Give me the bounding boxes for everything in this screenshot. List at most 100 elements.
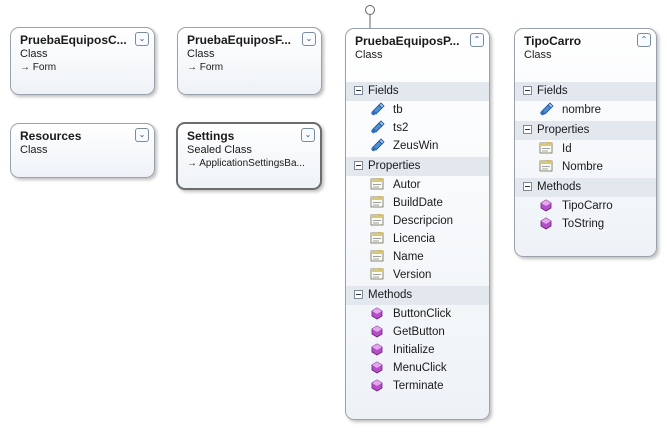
property-member[interactable]: Version [346, 266, 489, 284]
expand-chevron-icon[interactable]: ⌄ [302, 32, 316, 46]
methods-compartment[interactable]: Methods [346, 286, 489, 305]
property-name: Autor [393, 179, 421, 191]
interface-lollipop [365, 5, 375, 30]
method-name: GetButton [393, 326, 445, 338]
method-icon [539, 198, 554, 212]
method-member[interactable]: ToString [515, 215, 656, 233]
class-name: PruebaEquiposC... [20, 33, 127, 47]
property-name: Nombre [562, 161, 603, 173]
method-name: ToString [562, 218, 605, 230]
fields-compartment[interactable]: Fields [346, 82, 489, 101]
property-icon [370, 213, 385, 227]
property-name: Name [393, 251, 424, 263]
class-name: Settings [187, 129, 235, 143]
field-name: nombre [562, 104, 601, 116]
properties-compartment[interactable]: Properties [515, 121, 656, 140]
collapse-icon[interactable] [354, 161, 363, 171]
property-icon [370, 249, 385, 263]
method-icon [370, 306, 385, 320]
expand-chevron-icon[interactable]: ⌄ [135, 128, 149, 142]
method-icon [370, 324, 385, 338]
class-type: Class [524, 49, 552, 61]
method-member[interactable]: MenuClick [346, 359, 489, 377]
property-member[interactable]: Id [515, 140, 656, 158]
method-name: Terminate [393, 380, 444, 392]
method-name: TipoCarro [562, 200, 613, 212]
property-name: Id [562, 143, 572, 155]
property-name: Descripcion [393, 215, 454, 227]
method-icon [370, 360, 385, 374]
property-member[interactable]: Licencia [346, 230, 489, 248]
property-icon [539, 141, 554, 155]
class-type: Class [355, 49, 383, 61]
class-shape-settings[interactable]: Settings Sealed Class → ApplicationSetti… [176, 122, 322, 190]
class-type: Class [20, 144, 48, 156]
class-shape-tipocarro[interactable]: TipoCarro Class ⌃ Fields nombre Properti… [514, 28, 657, 257]
field-member[interactable]: ts2 [346, 119, 489, 137]
base-class: → ApplicationSettingsBa... [187, 158, 305, 169]
expand-chevron-icon[interactable]: ⌄ [135, 32, 149, 46]
method-member[interactable]: GetButton [346, 323, 489, 341]
collapse-icon[interactable] [354, 86, 363, 96]
field-name: ZeusWin [393, 140, 439, 152]
property-name: Version [393, 269, 432, 281]
property-icon [370, 231, 385, 245]
method-member[interactable]: ButtonClick [346, 305, 489, 323]
property-name: Licencia [393, 233, 436, 245]
class-name: PruebaEquiposP... [355, 34, 460, 48]
method-member[interactable]: TipoCarro [515, 197, 656, 215]
method-name: ButtonClick [393, 308, 452, 320]
field-icon [539, 102, 554, 116]
collapse-icon[interactable] [523, 86, 532, 96]
property-member[interactable]: Descripcion [346, 212, 489, 230]
base-class: → Form [20, 62, 57, 73]
fields-list: nombre [515, 101, 656, 119]
methods-compartment[interactable]: Methods [515, 178, 656, 197]
property-member[interactable]: Name [346, 248, 489, 266]
fields-list: tb ts2 ZeusWin [346, 101, 489, 155]
property-icon [539, 159, 554, 173]
expand-chevron-icon[interactable]: ⌄ [301, 128, 315, 142]
base-class: → Form [187, 62, 224, 73]
field-name: tb [393, 104, 403, 116]
class-shape-resources[interactable]: Resources Class ⌄ [10, 123, 155, 178]
property-icon [370, 267, 385, 281]
class-type: Class [187, 48, 215, 60]
class-shape-pruebaequiposp[interactable]: PruebaEquiposP... Class ⌃ Fields tb ts2 Ze… [345, 28, 490, 420]
fields-compartment[interactable]: Fields [515, 82, 656, 101]
field-member[interactable]: nombre [515, 101, 656, 119]
properties-list: Id Nombre [515, 140, 656, 176]
method-icon [539, 216, 554, 230]
class-shape-pruebaequiposc[interactable]: PruebaEquiposC... Class → Form ⌄ [10, 27, 155, 95]
property-member[interactable]: Autor [346, 176, 489, 194]
methods-list: TipoCarro ToString [515, 197, 656, 233]
field-name: ts2 [393, 122, 409, 134]
property-member[interactable]: BuildDate [346, 194, 489, 212]
class-name: TipoCarro [524, 34, 582, 48]
properties-compartment[interactable]: Properties [346, 157, 489, 176]
field-icon [370, 102, 385, 116]
class-type: Class [20, 48, 48, 60]
collapse-chevron-icon[interactable]: ⌃ [470, 33, 484, 47]
field-icon [370, 138, 385, 152]
method-member[interactable]: Terminate [346, 377, 489, 395]
property-name: BuildDate [393, 197, 443, 209]
field-member[interactable]: tb [346, 101, 489, 119]
class-name: Resources [20, 129, 82, 143]
collapse-icon[interactable] [354, 290, 363, 300]
field-member[interactable]: ZeusWin [346, 137, 489, 155]
method-member[interactable]: Initialize [346, 341, 489, 359]
method-icon [370, 378, 385, 392]
methods-list: ButtonClick GetButton Initialize MenuClick T… [346, 305, 489, 395]
property-icon [370, 177, 385, 191]
property-icon [370, 195, 385, 209]
class-shape-pruebaequiposf[interactable]: PruebaEquiposF... Class → Form ⌄ [177, 27, 322, 95]
properties-list: Autor BuildDate Descripcion Licencia Name Ver… [346, 176, 489, 284]
property-member[interactable]: Nombre [515, 158, 656, 176]
collapse-icon[interactable] [523, 125, 532, 135]
method-name: Initialize [393, 344, 435, 356]
collapse-icon[interactable] [523, 182, 532, 192]
class-type: Sealed Class [187, 144, 252, 156]
collapse-chevron-icon[interactable]: ⌃ [637, 33, 651, 47]
field-icon [370, 120, 385, 134]
